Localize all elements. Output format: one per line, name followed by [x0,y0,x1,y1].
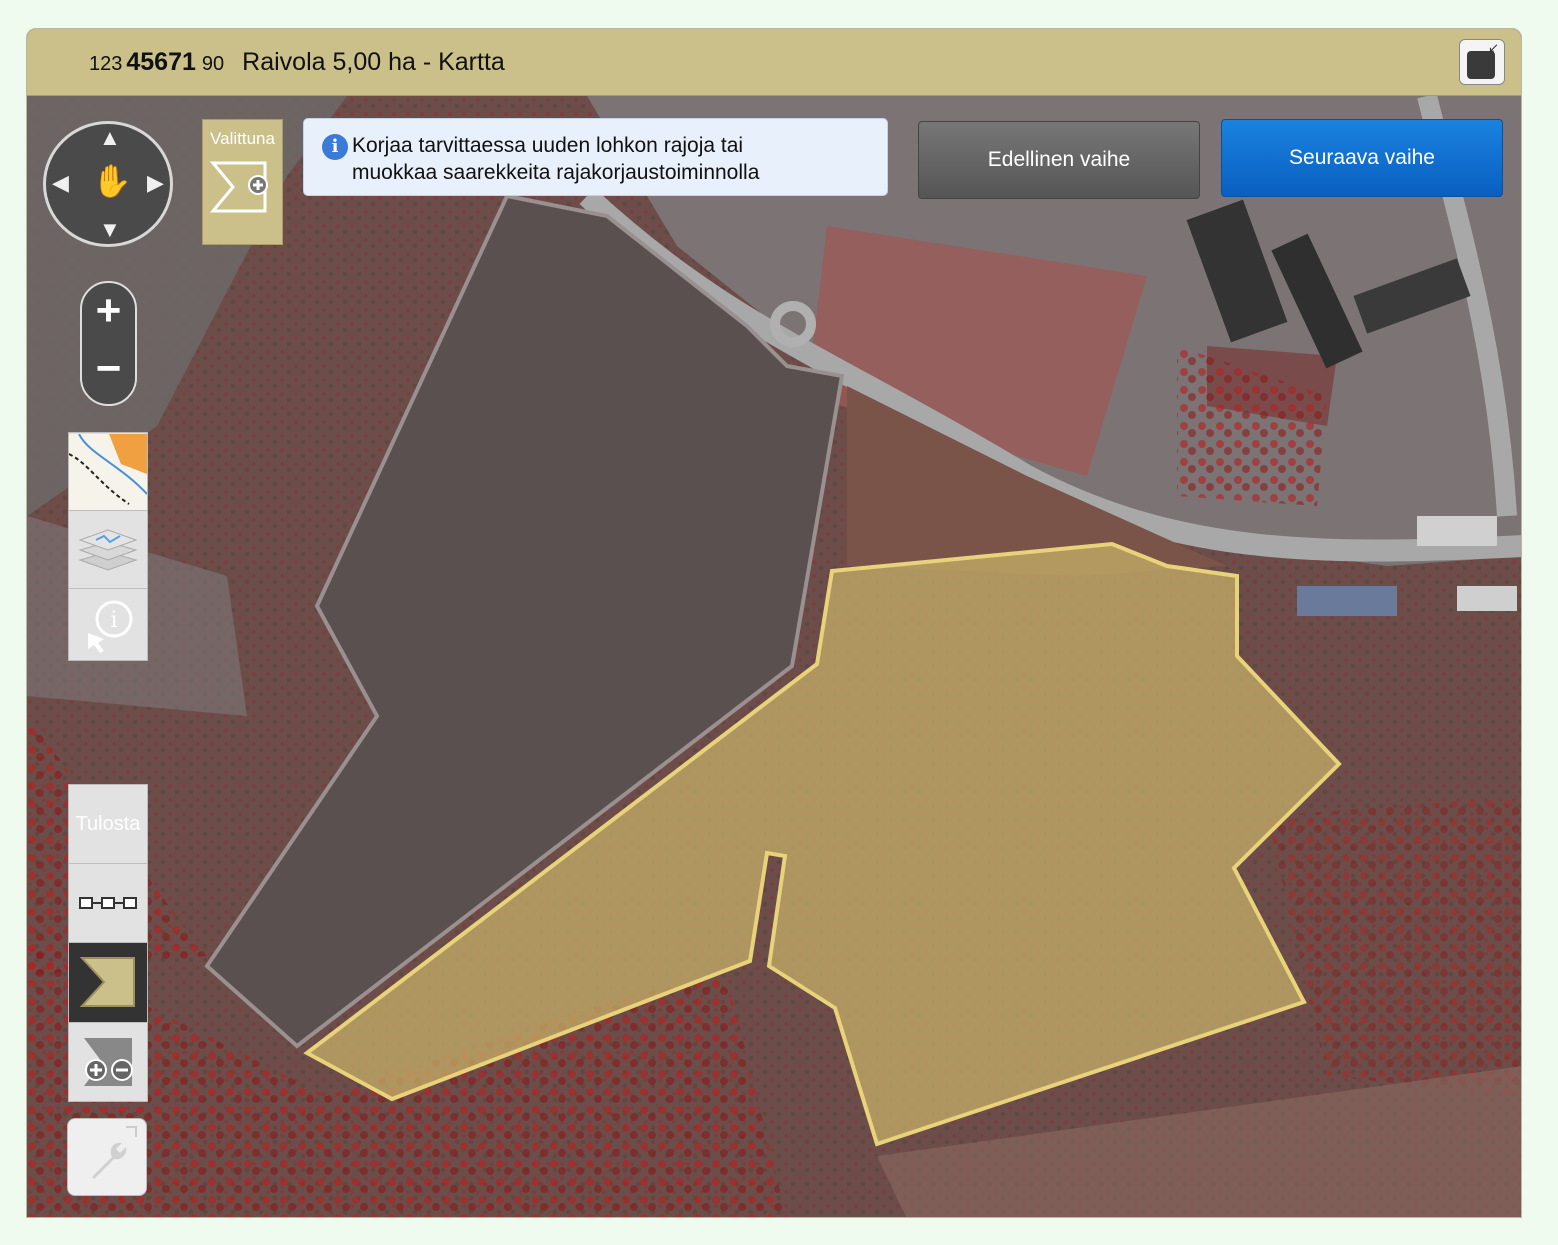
zoom-in-icon[interactable]: + [82,287,135,335]
edit-tools-panel: Tulosta [68,784,148,1102]
add-parcel-icon [209,161,268,213]
info-message: i Korjaa tarvittaessa uuden lohkon rajoj… [303,118,888,196]
measure-button[interactable] [69,864,147,943]
wrench-icon [92,1126,137,1179]
layers-icon [78,528,138,571]
map-window: 123 45671 90 Raivola 5,00 ha - Kartta ↙ [26,28,1522,1218]
expand-arrow-icon: ↙ [1488,40,1499,55]
parcel-draw-icon [79,956,135,1007]
selected-tool-box: Valittuna [202,119,283,245]
info-message-text: Korjaa tarvittaessa uuden lohkon rajoja … [352,132,759,186]
parcel-id-prefix: 123 [89,52,123,75]
aerial-map [27,96,1521,1217]
expand-button[interactable]: ↙ [1459,39,1505,85]
pan-hand-icon[interactable]: ✋ [92,162,132,200]
info-line-2: muokkaa saarekkeita rajakorjaustoiminnol… [352,161,760,184]
arrow-down-icon[interactable]: ▼ [99,217,121,243]
map-tools-panel: i [68,432,148,661]
identify-icon: i [88,600,133,653]
pan-control[interactable]: ▲ ▼ ◀ ▶ ✋ [43,121,173,247]
identify-button[interactable]: i [69,589,147,661]
zoom-control: + − [80,281,137,406]
island-edit-button[interactable] [69,1023,147,1101]
title-bar: 123 45671 90 Raivola 5,00 ha - Kartta ↙ [27,29,1521,96]
next-step-button[interactable]: Seuraava vaihe [1221,119,1503,197]
parcel-id-suffix: 90 [201,52,225,75]
arrow-right-icon[interactable]: ▶ [147,170,164,196]
map-view[interactable]: ▲ ▼ ◀ ▶ ✋ Valittuna i Korjaa tarvittaess… [27,96,1521,1217]
svg-text:i: i [110,608,117,633]
zoom-out-icon[interactable]: − [82,345,135,393]
layers-button[interactable] [69,511,147,589]
info-icon: i [322,134,348,160]
arrow-left-icon[interactable]: ◀ [52,170,69,196]
settings-button[interactable] [67,1118,147,1196]
previous-step-button[interactable]: Edellinen vaihe [918,121,1200,199]
basemap-icon [69,433,147,510]
page-title: Raivola 5,00 ha - Kartta [242,47,505,76]
basemap-button[interactable] [69,433,147,511]
print-button[interactable]: Tulosta [69,785,147,864]
arrow-up-icon[interactable]: ▲ [99,125,121,151]
info-line-1: Korjaa tarvittaessa uuden lohkon rajoja … [352,134,744,157]
measure-icon [79,897,137,909]
selected-label: Valittuna [210,129,275,148]
parcel-id-main: 45671 [126,47,196,76]
island-edit-icon [84,1038,133,1086]
parcel-draw-button[interactable] [69,943,147,1023]
